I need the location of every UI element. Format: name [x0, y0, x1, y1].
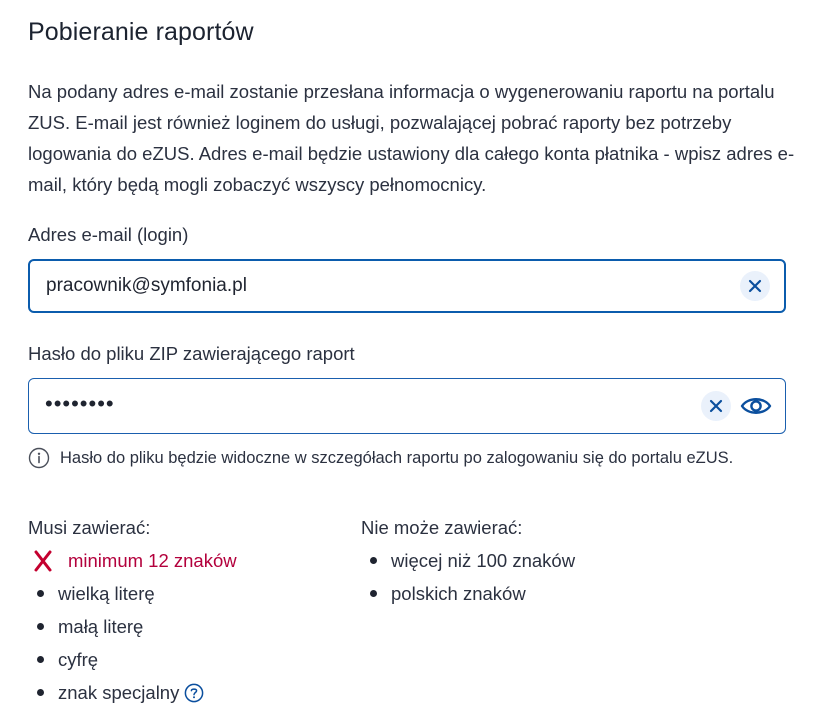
info-icon [28, 447, 50, 476]
error-x-icon [28, 550, 58, 572]
bullet [37, 689, 44, 696]
email-label: Adres e-mail (login) [28, 224, 189, 245]
requirement-item-min-length: minimum 12 znaków [28, 544, 237, 577]
close-icon [748, 279, 762, 293]
must-not-contain-title: Nie może zawierać: [361, 517, 523, 538]
restriction-item-max-length: więcej niż 100 znaków [361, 544, 575, 577]
must-contain-title: Musi zawierać: [28, 517, 151, 538]
password-value[interactable]: •••••••• [45, 391, 115, 417]
page-title: Pobieranie raportów [28, 18, 254, 46]
show-password-button[interactable] [739, 391, 773, 421]
email-value[interactable]: pracownik@symfonia.pl [46, 275, 247, 297]
password-label: Hasło do pliku ZIP zawierającego raport [28, 343, 355, 364]
requirement-item-lowercase: małą literę [28, 610, 237, 643]
must-contain-list: minimum 12 znaków wielką literę małą lit… [28, 544, 237, 709]
eye-icon [740, 398, 772, 414]
description-text: Na podany adres e-mail zostanie przesłan… [28, 81, 795, 195]
requirement-item-uppercase: wielką literę [28, 577, 237, 610]
must-not-contain-list: więcej niż 100 znaków polskich znaków [361, 544, 575, 610]
clear-email-button[interactable] [740, 271, 770, 301]
clear-password-button[interactable] [701, 391, 731, 421]
password-field[interactable]: •••••••• [28, 378, 786, 434]
restriction-item-polish-chars: polskich znaków [361, 577, 575, 610]
close-icon [709, 399, 723, 413]
password-hint: Hasło do pliku będzie widoczne w szczegó… [28, 447, 808, 476]
bullet [37, 590, 44, 597]
bullet [370, 557, 377, 564]
bullet [370, 590, 377, 597]
bullet [37, 656, 44, 663]
requirement-item-digit: cyfrę [28, 643, 237, 676]
help-icon[interactable] [184, 683, 204, 703]
bullet [37, 623, 44, 630]
requirement-item-special-char: znak specjalny [28, 676, 237, 709]
report-download-panel: Pobieranie raportów Na podany adres e-ma… [0, 0, 833, 722]
hint-text: Hasło do pliku będzie widoczne w szczegó… [60, 449, 734, 467]
email-field[interactable]: pracownik@symfonia.pl [28, 259, 786, 313]
